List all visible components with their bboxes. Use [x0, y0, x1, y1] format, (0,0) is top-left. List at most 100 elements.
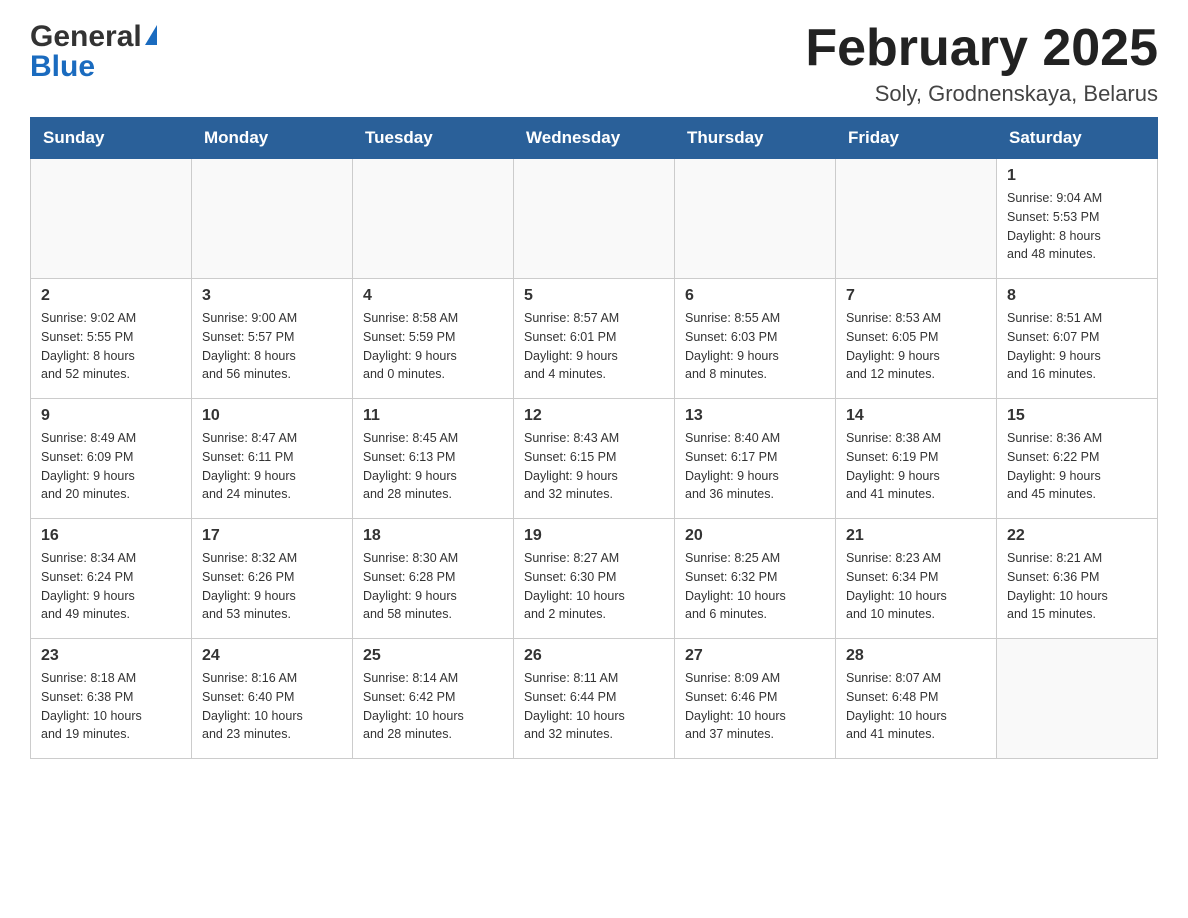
calendar-table: SundayMondayTuesdayWednesdayThursdayFrid… [30, 117, 1158, 759]
day-info: Sunrise: 8:07 AM Sunset: 6:48 PM Dayligh… [846, 669, 986, 744]
calendar-cell [353, 159, 514, 279]
day-header-sunday: Sunday [31, 118, 192, 159]
calendar-cell: 19 Sunrise: 8:27 AM Sunset: 6:30 PM Dayli… [514, 519, 675, 639]
day-header-friday: Friday [836, 118, 997, 159]
day-info: Sunrise: 8:57 AM Sunset: 6:01 PM Dayligh… [524, 309, 664, 384]
day-number: 22 [1007, 527, 1147, 545]
calendar-cell: 10 Sunrise: 8:47 AM Sunset: 6:11 PM Dayli… [192, 399, 353, 519]
day-info: Sunrise: 8:58 AM Sunset: 5:59 PM Dayligh… [363, 309, 503, 384]
day-info: Sunrise: 8:30 AM Sunset: 6:28 PM Dayligh… [363, 549, 503, 624]
calendar-cell: 13 Sunrise: 8:40 AM Sunset: 6:17 PM Dayli… [675, 399, 836, 519]
day-info: Sunrise: 8:16 AM Sunset: 6:40 PM Dayligh… [202, 669, 342, 744]
day-number: 4 [363, 287, 503, 305]
day-info: Sunrise: 8:43 AM Sunset: 6:15 PM Dayligh… [524, 429, 664, 504]
calendar-subtitle: Soly, Grodnenskaya, Belarus [805, 81, 1158, 107]
logo: General Blue [30, 20, 157, 84]
day-info: Sunrise: 8:47 AM Sunset: 6:11 PM Dayligh… [202, 429, 342, 504]
calendar-cell: 7Sunrise: 8:53 AM Sunset: 6:05 PM Daylig… [836, 279, 997, 399]
week-row-2: 9 Sunrise: 8:49 AM Sunset: 6:09 PM Daylig… [31, 399, 1158, 519]
calendar-cell: 26Sunrise: 8:11 AM Sunset: 6:44 PM Dayli… [514, 639, 675, 759]
calendar-cell: 23 Sunrise: 8:18 AM Sunset: 6:38 PM Dayli… [31, 639, 192, 759]
day-number: 20 [685, 527, 825, 545]
calendar-cell: 11 Sunrise: 8:45 AM Sunset: 6:13 PM Dayli… [353, 399, 514, 519]
logo-general-text: General [30, 20, 142, 54]
day-number: 14 [846, 407, 986, 425]
day-number: 9 [41, 407, 181, 425]
day-number: 16 [41, 527, 181, 545]
day-info: Sunrise: 8:23 AM Sunset: 6:34 PM Dayligh… [846, 549, 986, 624]
calendar-cell: 22 Sunrise: 8:21 AM Sunset: 6:36 PM Dayli… [997, 519, 1158, 639]
day-info: Sunrise: 8:45 AM Sunset: 6:13 PM Dayligh… [363, 429, 503, 504]
day-number: 17 [202, 527, 342, 545]
calendar-cell: 3 Sunrise: 9:00 AM Sunset: 5:57 PM Daylig… [192, 279, 353, 399]
day-number: 13 [685, 407, 825, 425]
day-number: 27 [685, 647, 825, 665]
calendar-body: 1 Sunrise: 9:04 AM Sunset: 5:53 PM Daylig… [31, 159, 1158, 759]
logo-blue-text: Blue [30, 50, 95, 84]
calendar-cell: 12 Sunrise: 8:43 AM Sunset: 6:15 PM Dayli… [514, 399, 675, 519]
calendar-cell: 16 Sunrise: 8:34 AM Sunset: 6:24 PM Dayli… [31, 519, 192, 639]
calendar-cell: 18 Sunrise: 8:30 AM Sunset: 6:28 PM Dayli… [353, 519, 514, 639]
day-info: Sunrise: 8:21 AM Sunset: 6:36 PM Dayligh… [1007, 549, 1147, 624]
week-row-4: 23 Sunrise: 8:18 AM Sunset: 6:38 PM Dayli… [31, 639, 1158, 759]
calendar-cell: 1 Sunrise: 9:04 AM Sunset: 5:53 PM Daylig… [997, 159, 1158, 279]
day-info: Sunrise: 8:51 AM Sunset: 6:07 PM Dayligh… [1007, 309, 1147, 384]
day-info: Sunrise: 8:32 AM Sunset: 6:26 PM Dayligh… [202, 549, 342, 624]
day-number: 24 [202, 647, 342, 665]
day-info: Sunrise: 8:34 AM Sunset: 6:24 PM Dayligh… [41, 549, 181, 624]
calendar-title: February 2025 [805, 20, 1158, 77]
calendar-cell: 17 Sunrise: 8:32 AM Sunset: 6:26 PM Dayli… [192, 519, 353, 639]
day-header-wednesday: Wednesday [514, 118, 675, 159]
day-header-monday: Monday [192, 118, 353, 159]
week-row-0: 1 Sunrise: 9:04 AM Sunset: 5:53 PM Daylig… [31, 159, 1158, 279]
calendar-cell: 6 Sunrise: 8:55 AM Sunset: 6:03 PM Daylig… [675, 279, 836, 399]
day-info: Sunrise: 8:55 AM Sunset: 6:03 PM Dayligh… [685, 309, 825, 384]
calendar-cell: 20 Sunrise: 8:25 AM Sunset: 6:32 PM Dayli… [675, 519, 836, 639]
day-number: 6 [685, 287, 825, 305]
day-info: Sunrise: 8:14 AM Sunset: 6:42 PM Dayligh… [363, 669, 503, 744]
calendar-cell: 25 Sunrise: 8:14 AM Sunset: 6:42 PM Dayli… [353, 639, 514, 759]
day-number: 3 [202, 287, 342, 305]
calendar-cell [514, 159, 675, 279]
day-number: 19 [524, 527, 664, 545]
calendar-cell: 21 Sunrise: 8:23 AM Sunset: 6:34 PM Dayli… [836, 519, 997, 639]
day-number: 23 [41, 647, 181, 665]
day-info: Sunrise: 8:53 AM Sunset: 6:05 PM Dayligh… [846, 309, 986, 384]
calendar-cell [675, 159, 836, 279]
day-info: Sunrise: 8:09 AM Sunset: 6:46 PM Dayligh… [685, 669, 825, 744]
day-info: Sunrise: 9:00 AM Sunset: 5:57 PM Dayligh… [202, 309, 342, 384]
calendar-cell: 8 Sunrise: 8:51 AM Sunset: 6:07 PM Daylig… [997, 279, 1158, 399]
day-info: Sunrise: 8:38 AM Sunset: 6:19 PM Dayligh… [846, 429, 986, 504]
calendar-header: SundayMondayTuesdayWednesdayThursdayFrid… [31, 118, 1158, 159]
day-info: Sunrise: 9:04 AM Sunset: 5:53 PM Dayligh… [1007, 189, 1147, 264]
days-of-week-row: SundayMondayTuesdayWednesdayThursdayFrid… [31, 118, 1158, 159]
calendar-cell: 2Sunrise: 9:02 AM Sunset: 5:55 PM Daylig… [31, 279, 192, 399]
calendar-cell [192, 159, 353, 279]
day-number: 18 [363, 527, 503, 545]
day-info: Sunrise: 8:49 AM Sunset: 6:09 PM Dayligh… [41, 429, 181, 504]
day-info: Sunrise: 8:40 AM Sunset: 6:17 PM Dayligh… [685, 429, 825, 504]
week-row-3: 16 Sunrise: 8:34 AM Sunset: 6:24 PM Dayli… [31, 519, 1158, 639]
day-number: 1 [1007, 167, 1147, 185]
day-info: Sunrise: 9:02 AM Sunset: 5:55 PM Dayligh… [41, 309, 181, 384]
day-info: Sunrise: 8:25 AM Sunset: 6:32 PM Dayligh… [685, 549, 825, 624]
calendar-cell: 5 Sunrise: 8:57 AM Sunset: 6:01 PM Daylig… [514, 279, 675, 399]
day-number: 26 [524, 647, 664, 665]
day-number: 25 [363, 647, 503, 665]
day-header-tuesday: Tuesday [353, 118, 514, 159]
day-number: 12 [524, 407, 664, 425]
day-number: 11 [363, 407, 503, 425]
calendar-cell [31, 159, 192, 279]
calendar-cell: 9 Sunrise: 8:49 AM Sunset: 6:09 PM Daylig… [31, 399, 192, 519]
day-info: Sunrise: 8:18 AM Sunset: 6:38 PM Dayligh… [41, 669, 181, 744]
calendar-cell: 4 Sunrise: 8:58 AM Sunset: 5:59 PM Daylig… [353, 279, 514, 399]
day-info: Sunrise: 8:27 AM Sunset: 6:30 PM Dayligh… [524, 549, 664, 624]
day-header-saturday: Saturday [997, 118, 1158, 159]
day-number: 21 [846, 527, 986, 545]
day-number: 8 [1007, 287, 1147, 305]
calendar-cell [836, 159, 997, 279]
day-number: 5 [524, 287, 664, 305]
day-number: 10 [202, 407, 342, 425]
logo-arrow-icon [145, 25, 157, 45]
title-block: February 2025 Soly, Grodnenskaya, Belaru… [805, 20, 1158, 107]
